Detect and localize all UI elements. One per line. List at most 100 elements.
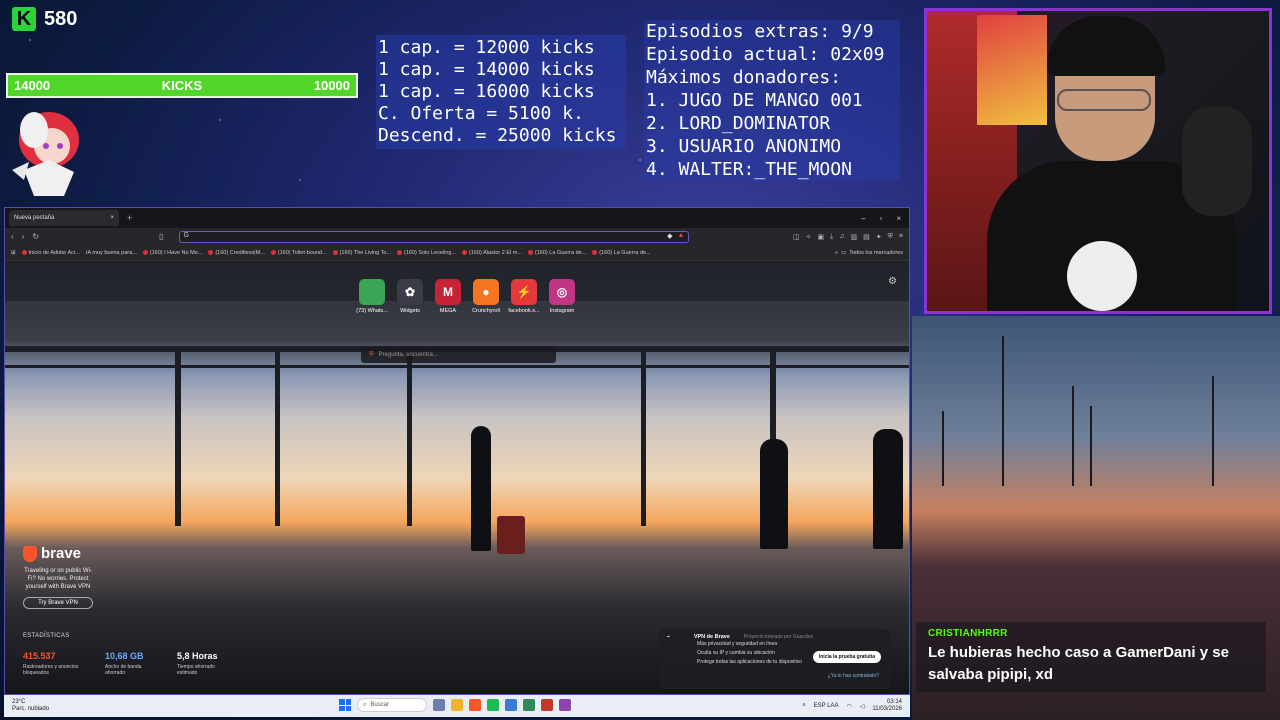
start-trial-button[interactable]: Inicia la prueba gratuita: [812, 651, 881, 663]
donor-line: 2. LORD_DOMINATOR: [646, 113, 831, 134]
bookmark-item[interactable]: (160) La Guerra de...: [527, 250, 586, 256]
new-tab-button[interactable]: +: [127, 213, 132, 223]
minimize-icon[interactable]: –: [861, 214, 865, 223]
try-vpn-button[interactable]: Try Brave VPN: [23, 597, 93, 609]
chat-message: CRISTIANHRRR Le hubieras hecho caso a Ga…: [916, 622, 1266, 692]
window-pillar: [641, 346, 646, 526]
kick-counter: K 580: [12, 7, 77, 31]
anime-mascot-icon: [12, 112, 79, 196]
speed-dial-item[interactable]: ✿ Widgets: [395, 279, 425, 314]
stat-time: 5,8 Horas Tiempo ahorrado estimado: [177, 651, 218, 676]
bookmark-item[interactable]: (160) La Guerra de...: [592, 250, 651, 256]
navigation-bar: ‹ › ↻ ▯ G ◆ ▲ ◫ ✧ ▣ ⤓ ♫ ▥ ▤ ✦ ⛨ ≡: [5, 228, 909, 245]
bookmarks-bar: ⊞ Inicio de Adobe Acr... IA muy buena pa…: [5, 245, 909, 261]
maximize-icon[interactable]: ▫: [879, 214, 882, 223]
speed-dial-item[interactable]: M MEGA: [433, 279, 463, 314]
bookmark-item[interactable]: Inicio de Adobe Acr...: [21, 250, 80, 256]
taskbar-search[interactable]: ⌕ Buscar: [357, 698, 427, 712]
task-view-icon[interactable]: [433, 699, 445, 711]
sidebar-icon[interactable]: ▥: [851, 233, 858, 241]
bookmark-item[interactable]: (160) Toilet-bound...: [270, 250, 327, 256]
window-pillar: [175, 346, 181, 526]
leo-icon[interactable]: ✧: [806, 233, 812, 241]
wifi-icon[interactable]: ◠: [847, 703, 852, 710]
speed-dial-item[interactable]: ◎ Instagram: [547, 279, 577, 314]
instagram-icon: ◎: [549, 279, 575, 305]
kicks-bar-label: KICKS: [161, 78, 203, 93]
wallet-icon[interactable]: ▤: [863, 233, 870, 241]
bookmark-item[interactable]: (160) I Have No Mo...: [142, 250, 202, 256]
app-icon[interactable]: [523, 699, 535, 711]
windmill-tower: [1212, 376, 1214, 486]
bookmark-item[interactable]: (160) The Living To...: [332, 250, 391, 256]
apps-grid-icon[interactable]: ⊞: [11, 250, 16, 256]
tab-new-tab[interactable]: Nueva pestaña ×: [9, 210, 119, 226]
bookmark-item[interactable]: (160) Solo Leveling...: [397, 250, 456, 256]
stats-widget: ESTADÍSTICAS 415.537 Rastreadores y anun…: [23, 633, 227, 676]
app-icon[interactable]: [559, 699, 571, 711]
volume-icon[interactable]: ◁: [860, 703, 865, 710]
cap-line: Descend. = 25000 kicks: [378, 125, 617, 146]
tray-lang[interactable]: ESP LAA: [814, 703, 839, 709]
file-explorer-icon[interactable]: [451, 699, 463, 711]
cap-line: C. Oferta = 5100 k.: [378, 103, 584, 124]
forward-icon[interactable]: ›: [22, 232, 25, 241]
close-tab-icon[interactable]: ×: [110, 215, 114, 221]
vpn-icon[interactable]: ⛨: [888, 233, 893, 241]
windows-start-icon[interactable]: [339, 699, 351, 711]
cap-prices-panel: 1 cap. = 12000 kicks 1 cap. = 14000 kick…: [376, 35, 626, 149]
donor-line: 4. WALTER:_THE_MOON: [646, 159, 852, 180]
traveler-silhouette: [471, 426, 491, 551]
clock[interactable]: 03:14 11/03/2026: [872, 699, 902, 713]
kicks-goal-bar: 14000 KICKS 10000: [6, 73, 358, 98]
cap-line: 1 cap. = 14000 kicks: [378, 59, 595, 80]
bookmark-item[interactable]: IA muy buena para...: [86, 250, 137, 256]
bookmark-item[interactable]: (160) Alastor 2 El m...: [462, 250, 522, 256]
speed-dial-item[interactable]: (73) Whats...: [356, 279, 388, 314]
crunchyroll-icon: ●: [473, 279, 499, 305]
bookmark-icon[interactable]: ▯: [159, 232, 163, 241]
download-icon[interactable]: ⤓: [830, 233, 833, 241]
kick-logo-icon: K: [12, 7, 36, 31]
app-icon[interactable]: [541, 699, 553, 711]
microphone-image: [1182, 106, 1252, 216]
system-tray: ˄ ESP LAA ◠ ◁ 03:14 11/03/2026: [802, 699, 902, 713]
kicks-bar-left-value: 14000: [14, 78, 51, 93]
stats-title: ESTADÍSTICAS: [23, 633, 70, 639]
extensions-icon[interactable]: ✦: [876, 233, 882, 241]
spotify-icon[interactable]: [487, 699, 499, 711]
brave-vpn-promo: brave Traveling or on public Wi-Fi? No w…: [23, 545, 93, 609]
speed-dial-item[interactable]: ⚡ facebook.s...: [508, 279, 540, 314]
new-tab-search[interactable]: ⛨ Pregunta, encuentra...: [361, 347, 556, 363]
brave-rewards-icon[interactable]: ▲: [678, 232, 685, 239]
speed-dial-item[interactable]: ● Crunchyroll: [471, 279, 501, 314]
brave-taskbar-icon[interactable]: [469, 699, 481, 711]
window-pillar: [275, 346, 280, 526]
weather-widget[interactable]: 23°C Parc. nublado: [12, 699, 49, 713]
screenshot-icon[interactable]: ▣: [818, 233, 825, 241]
brave-shields-icon[interactable]: ◆: [667, 232, 672, 240]
reload-icon[interactable]: ↻: [32, 232, 39, 241]
bookmark-item[interactable]: (160) Creditless|M...: [208, 250, 265, 256]
close-window-icon[interactable]: ×: [896, 214, 901, 223]
donor-line: 3. USUARIO ANONIMO: [646, 136, 842, 157]
address-bar[interactable]: G ◆ ▲: [179, 230, 690, 243]
stat-trackers: 415.537 Rastreadores y anuncios bloquead…: [23, 651, 79, 676]
glasses-image: [1057, 89, 1151, 111]
window-pillar: [407, 346, 412, 526]
toolbar-icons: ◫ ✧ ▣ ⤓ ♫ ▥ ▤ ✦ ⛨ ≡: [793, 233, 903, 241]
already-subscribed-link[interactable]: ¿Ya lo has contratado?: [828, 673, 879, 679]
donor-line: 1. JUGO DE MANGO 001: [646, 90, 863, 111]
media-icon[interactable]: ♫: [839, 233, 844, 241]
tray-chevron-icon[interactable]: ˄: [802, 703, 806, 709]
taskbar-apps: ⌕ Buscar: [339, 698, 571, 712]
new-tab-page: (73) Whats... ✿ Widgets M MEGA ● Crunchy…: [5, 261, 909, 694]
back-icon[interactable]: ‹: [11, 232, 14, 241]
menu-icon[interactable]: ≡: [899, 233, 903, 241]
store-icon[interactable]: [505, 699, 517, 711]
gear-icon[interactable]: ⚙: [888, 276, 897, 287]
episode-line: Episodios extras: 9/9: [646, 21, 874, 42]
translate-icon[interactable]: ◫: [793, 233, 800, 241]
brave-browser-window: Nueva pestaña × + – ▫ × ‹ › ↻ ▯ G ◆ ▲ ◫ …: [4, 207, 910, 695]
all-bookmarks[interactable]: » ▭ Todos los marcadores: [835, 250, 903, 256]
